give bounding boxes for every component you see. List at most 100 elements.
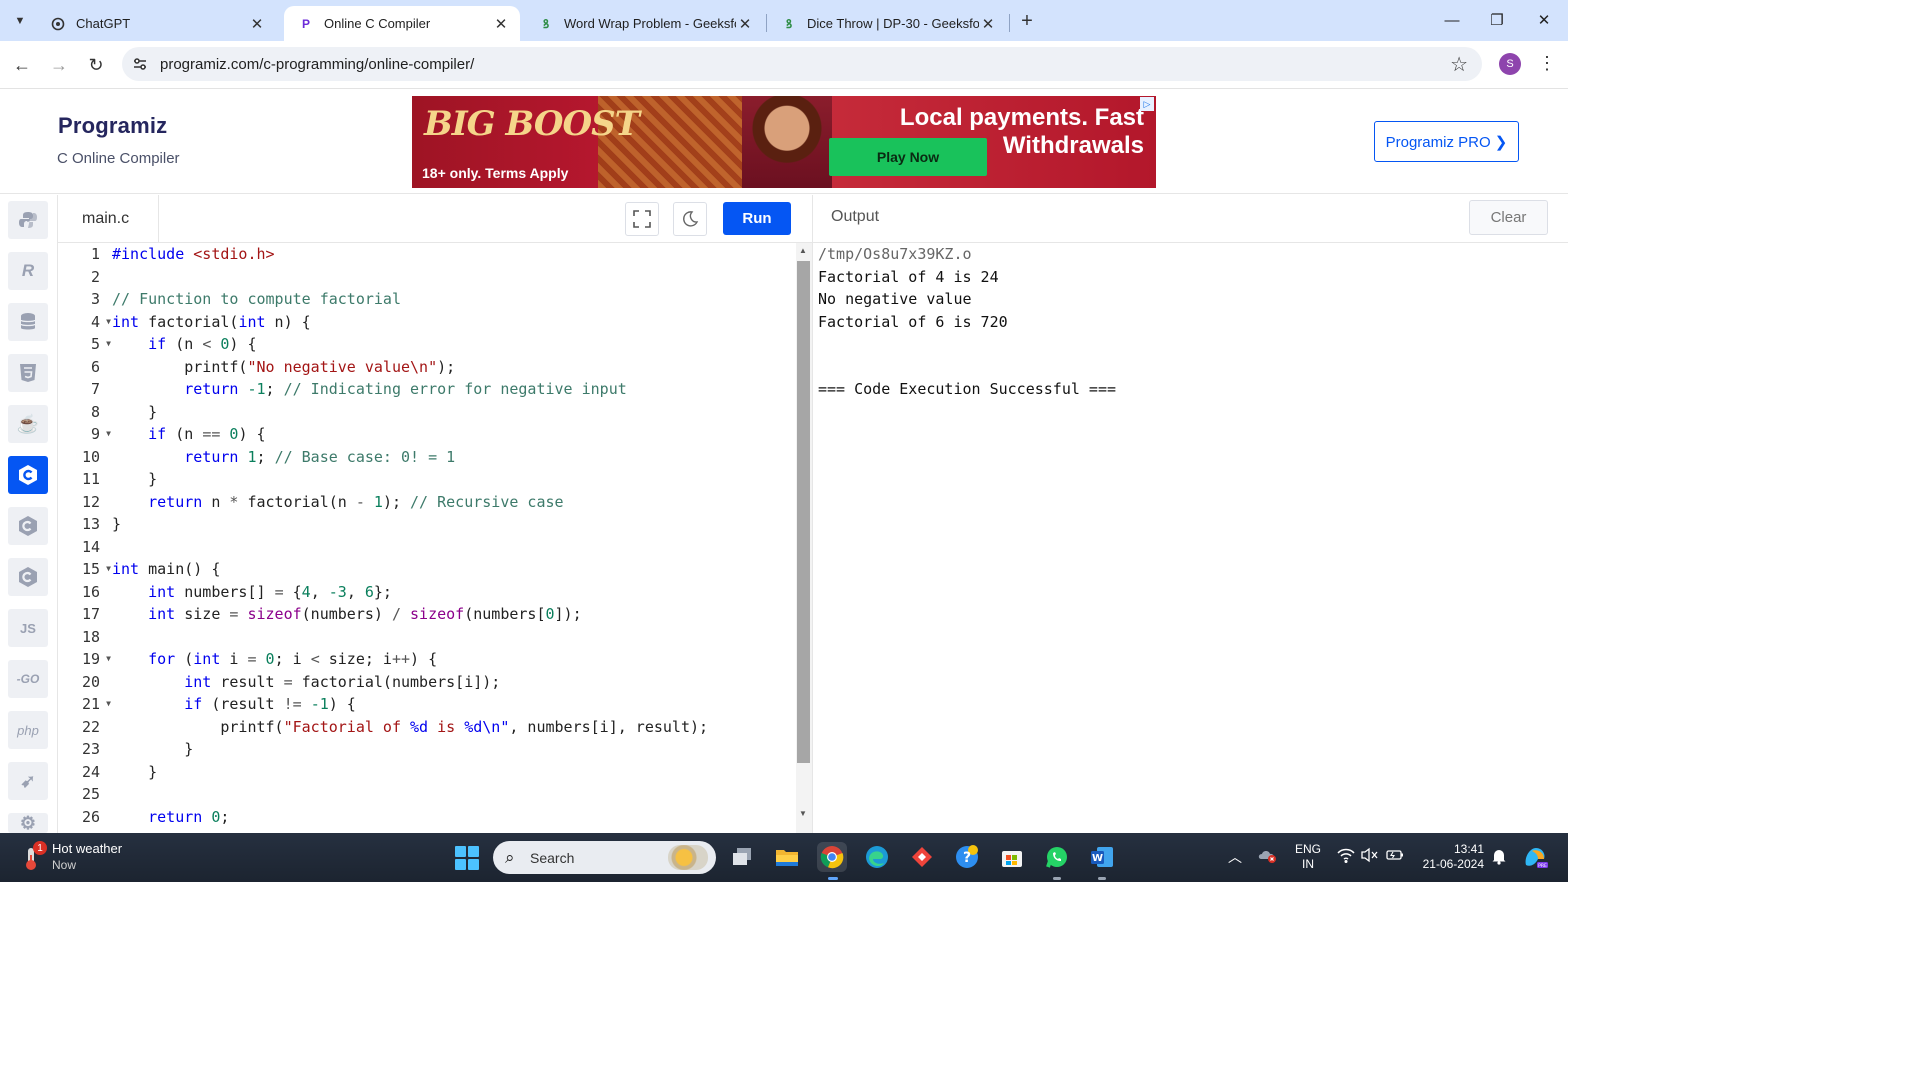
wifi-icon[interactable]	[1337, 847, 1355, 866]
chrome-icon[interactable]	[817, 842, 847, 872]
code-line[interactable]: }	[112, 738, 708, 761]
browser-tab-word-wrap[interactable]: ꝸ Word Wrap Problem - GeeksforGeeks ✕	[524, 6, 764, 41]
code-line[interactable]: int numbers[] = {4, -3, 6};	[112, 581, 708, 604]
fold-arrow-icon[interactable]: ▼	[106, 311, 111, 334]
new-tab-plus-icon[interactable]: +	[1015, 9, 1039, 33]
code-line[interactable]: for (int i = 0; i < size; i++) {	[112, 648, 708, 671]
cpp-icon[interactable]	[8, 507, 48, 545]
advertisement-banner[interactable]: BIG BOOST 18+ only. Terms Apply Local pa…	[412, 96, 1156, 188]
run-button[interactable]: Run	[723, 202, 791, 235]
code-line[interactable]: return 1; // Base case: 0! = 1	[112, 446, 708, 469]
code-line[interactable]: return -1; // Indicating error for negat…	[112, 378, 708, 401]
clear-button[interactable]: Clear	[1469, 200, 1548, 235]
code-line[interactable]: printf("No negative value\n");	[112, 356, 708, 379]
php-icon[interactable]: php	[8, 711, 48, 749]
fold-arrow-icon[interactable]: ▼	[106, 693, 111, 716]
speaker-muted-icon[interactable]	[1361, 847, 1379, 866]
reload-icon[interactable]: ↻	[84, 53, 108, 77]
scroll-up-arrow-icon[interactable]: ▲	[799, 246, 807, 255]
back-arrow-icon[interactable]: ←	[10, 53, 34, 77]
task-view-icon[interactable]	[727, 842, 757, 872]
profile-avatar[interactable]: S	[1499, 53, 1521, 75]
onedrive-error-icon[interactable]	[1258, 847, 1278, 866]
code-line[interactable]	[112, 783, 708, 806]
notification-bell-icon[interactable]	[1491, 847, 1507, 868]
input-language-indicator[interactable]: ENG IN	[1295, 842, 1321, 872]
close-window-icon[interactable]: ✕	[1531, 8, 1557, 32]
code-line[interactable]: return 0;	[112, 806, 708, 829]
code-line[interactable]: int factorial(int n) {	[112, 311, 708, 334]
code-editor[interactable]: 1 2 3 4 ▼ 5 ▼ 6 7 8 9 ▼ 10 11 12 13 14 15 ▼ 16 17 18 19 ▼ 20 21 ▼ 2…	[58, 243, 796, 833]
tab-search-chevron-icon[interactable]: ▼	[8, 9, 32, 33]
address-bar[interactable]: programiz.com/c-programming/online-compi…	[122, 47, 1482, 81]
forward-arrow-icon[interactable]: →	[47, 53, 71, 77]
code-line[interactable]: #include <stdio.h>	[112, 243, 708, 266]
c-language-icon[interactable]	[8, 456, 48, 494]
show-hidden-icons-chevron-icon[interactable]: ︿	[1228, 847, 1242, 867]
fold-arrow-icon[interactable]: ▼	[106, 333, 111, 356]
site-settings-icon[interactable]	[132, 56, 148, 72]
code-line[interactable]: printf("Factorial of %d is %d\n", number…	[112, 716, 708, 739]
r-language-icon[interactable]: R	[8, 252, 48, 290]
help-icon[interactable]: ?	[952, 842, 982, 872]
fullscreen-icon[interactable]	[625, 202, 659, 236]
html5-icon[interactable]	[8, 354, 48, 392]
taskbar-search-box[interactable]: ⌕ Search	[493, 841, 716, 874]
more-menu-icon[interactable]: ⋮	[1538, 53, 1556, 74]
programiz-pro-button[interactable]: Programiz PRO ❯	[1374, 121, 1519, 162]
scroll-down-arrow-icon[interactable]: ▼	[799, 809, 807, 818]
code-line[interactable]: int result = factorial(numbers[i]);	[112, 671, 708, 694]
ad-play-now-button[interactable]: Play Now	[829, 138, 987, 176]
code-line[interactable]: if (n == 0) {	[112, 423, 708, 446]
dark-mode-moon-icon[interactable]	[673, 202, 707, 236]
anydesk-icon[interactable]	[907, 842, 937, 872]
programiz-logo[interactable]: Programiz	[58, 113, 167, 139]
code-line[interactable]: }	[112, 468, 708, 491]
browser-tab-online-c-compiler[interactable]: P Online C Compiler ✕	[284, 6, 520, 41]
rust-icon[interactable]: ⚙	[8, 813, 48, 833]
restore-icon[interactable]: ❐	[1484, 8, 1510, 32]
fold-arrow-icon[interactable]: ▼	[106, 558, 111, 581]
microsoft-store-icon[interactable]	[997, 842, 1027, 872]
adchoices-icon[interactable]: ▷	[1140, 97, 1154, 111]
code-line[interactable]: }	[112, 761, 708, 784]
java-icon[interactable]: ☕	[8, 405, 48, 443]
csharp-icon[interactable]	[8, 558, 48, 596]
weather-title[interactable]: Hot weather	[52, 841, 122, 856]
editor-scrollbar[interactable]: ▲ ▼	[796, 243, 812, 833]
browser-tab-chatgpt[interactable]: ChatGPT ✕	[36, 6, 276, 41]
close-tab-icon[interactable]: ✕	[492, 15, 510, 33]
file-explorer-icon[interactable]	[772, 842, 802, 872]
fold-arrow-icon[interactable]: ▼	[106, 423, 111, 446]
close-tab-icon[interactable]: ✕	[248, 15, 266, 33]
javascript-icon[interactable]: JS	[8, 609, 48, 647]
file-tab[interactable]: main.c	[58, 195, 159, 242]
close-tab-icon[interactable]: ✕	[979, 15, 997, 33]
bookmark-star-icon[interactable]: ☆	[1450, 52, 1468, 77]
edge-icon[interactable]	[862, 842, 892, 872]
python-icon[interactable]	[8, 201, 48, 239]
code-line[interactable]: int main() {	[112, 558, 708, 581]
go-icon[interactable]: -GO	[8, 660, 48, 698]
code-line[interactable]	[112, 536, 708, 559]
code-line[interactable]: if (n < 0) {	[112, 333, 708, 356]
microsoft-word-icon[interactable]: W	[1087, 842, 1117, 872]
browser-tab-dice-throw[interactable]: ꝸ Dice Throw | DP-30 - GeeksforGeeks ✕	[767, 6, 1007, 41]
windows-start-icon[interactable]	[455, 846, 479, 870]
url-text[interactable]: programiz.com/c-programming/online-compi…	[160, 56, 474, 73]
code-line[interactable]	[112, 626, 708, 649]
code-line[interactable]: }	[112, 401, 708, 424]
code-line[interactable]: int size = sizeof(numbers) / sizeof(numb…	[112, 603, 708, 626]
whatsapp-icon[interactable]	[1042, 842, 1072, 872]
scrollbar-thumb[interactable]	[797, 261, 810, 763]
code-line[interactable]: return n * factorial(n - 1); // Recursiv…	[112, 491, 708, 514]
fold-arrow-icon[interactable]: ▼	[106, 648, 111, 671]
code-line[interactable]: }	[112, 513, 708, 536]
code-line[interactable]: if (result != -1) {	[112, 693, 708, 716]
code-line[interactable]	[112, 266, 708, 289]
battery-icon[interactable]	[1386, 847, 1404, 866]
close-tab-icon[interactable]: ✕	[736, 15, 754, 33]
code-content[interactable]: #include <stdio.h> // Function to compute…	[112, 243, 708, 828]
minimize-icon[interactable]: —	[1439, 8, 1465, 32]
sql-database-icon[interactable]	[8, 303, 48, 341]
